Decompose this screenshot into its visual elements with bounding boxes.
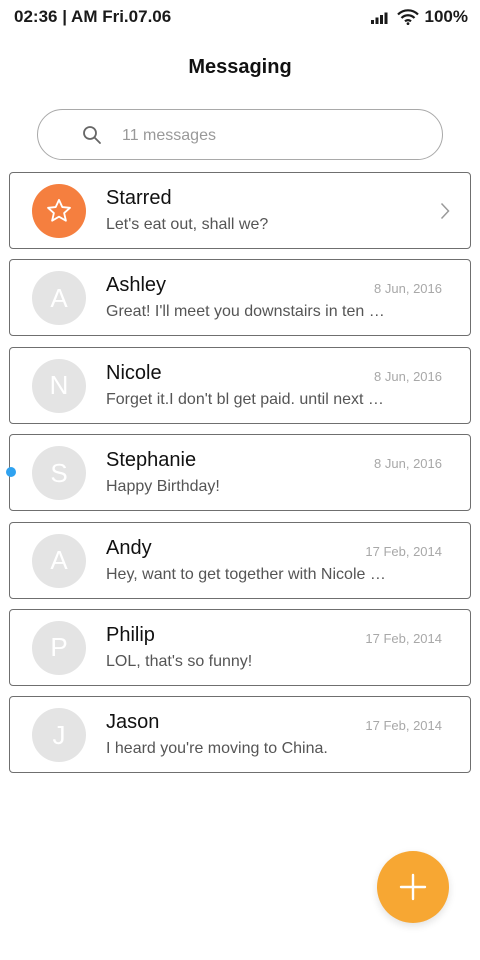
avatar: N — [32, 358, 86, 413]
conversation-preview: LOL, that's so funny! — [106, 652, 253, 670]
conversation-date: 8 Jun, 2016 — [374, 456, 442, 472]
conversation-date: 8 Jun, 2016 — [374, 368, 442, 384]
conversation-name: Ashley — [106, 274, 167, 297]
conversation-date: 17 Feb, 2014 — [365, 718, 442, 734]
chevron-right-icon — [440, 202, 450, 220]
list-item[interactable]: J Jason I heard you're moving to China. … — [9, 696, 471, 774]
list-item[interactable]: A Andy Hey, want to get together with Ni… — [9, 521, 471, 599]
status-indicators: 100% — [370, 7, 468, 27]
conversation-preview: Forget it.I don't bl get paid. until nex… — [106, 390, 391, 408]
status-bar: 02:36 | AM Fri.07.06 100% — [0, 0, 480, 34]
avatar: J — [32, 708, 86, 763]
starred-avatar — [32, 184, 86, 238]
conversation-name: Nicole — [106, 361, 162, 384]
conversation-preview: I heard you're moving to China. — [106, 740, 328, 758]
list-item[interactable]: P Philip LOL, that's so funny! 17 Feb, 2… — [9, 608, 471, 686]
avatar: P — [32, 620, 86, 675]
status-time: 02:36 | AM Fri.07.06 — [14, 7, 172, 26]
conversation-name: Starred — [106, 187, 172, 209]
search-bar[interactable] — [37, 109, 443, 161]
new-message-button[interactable] — [377, 851, 449, 923]
conversation-preview: Hey, want to get together with Nicole … — [106, 565, 386, 583]
conversation-date: 8 Jun, 2016 — [374, 281, 442, 297]
conversation-name: Philip — [106, 623, 155, 646]
conversation-name: Stephanie — [106, 449, 197, 472]
page-title: Messaging — [188, 56, 292, 78]
star-icon — [47, 198, 71, 222]
signal-icon — [370, 12, 388, 24]
wifi-icon — [396, 9, 419, 25]
unread-indicator — [6, 467, 16, 478]
conversation-date: 17 Feb, 2014 — [365, 543, 442, 559]
list-item-starred[interactable]: Starred Let's eat out, shall we? — [9, 172, 471, 249]
avatar: S — [32, 446, 86, 501]
avatar: A — [32, 533, 86, 588]
conversation-preview: Happy Birthday! — [106, 478, 220, 496]
conversation-preview: Great! I'll meet you downstairs in ten … — [106, 303, 385, 321]
conversation-list: Starred Let's eat out, shall we? A Ashle… — [6, 172, 471, 784]
avatar: A — [32, 271, 86, 326]
list-item[interactable]: N Nicole Forget it.I don't bl get paid. … — [9, 346, 471, 424]
search-input[interactable] — [120, 110, 424, 161]
list-item[interactable]: A Ashley Great! I'll meet you downstairs… — [9, 259, 471, 337]
conversation-preview: Let's eat out, shall we? — [106, 216, 269, 233]
search-icon — [83, 126, 101, 144]
conversation-name: Andy — [106, 536, 152, 559]
conversation-name: Jason — [106, 711, 160, 734]
conversation-date: 17 Feb, 2014 — [365, 630, 442, 646]
plus-icon — [399, 873, 427, 901]
battery-level: 100% — [424, 7, 468, 26]
list-item[interactable]: S Stephanie Happy Birthday! 8 Jun, 2016 — [6, 434, 471, 512]
